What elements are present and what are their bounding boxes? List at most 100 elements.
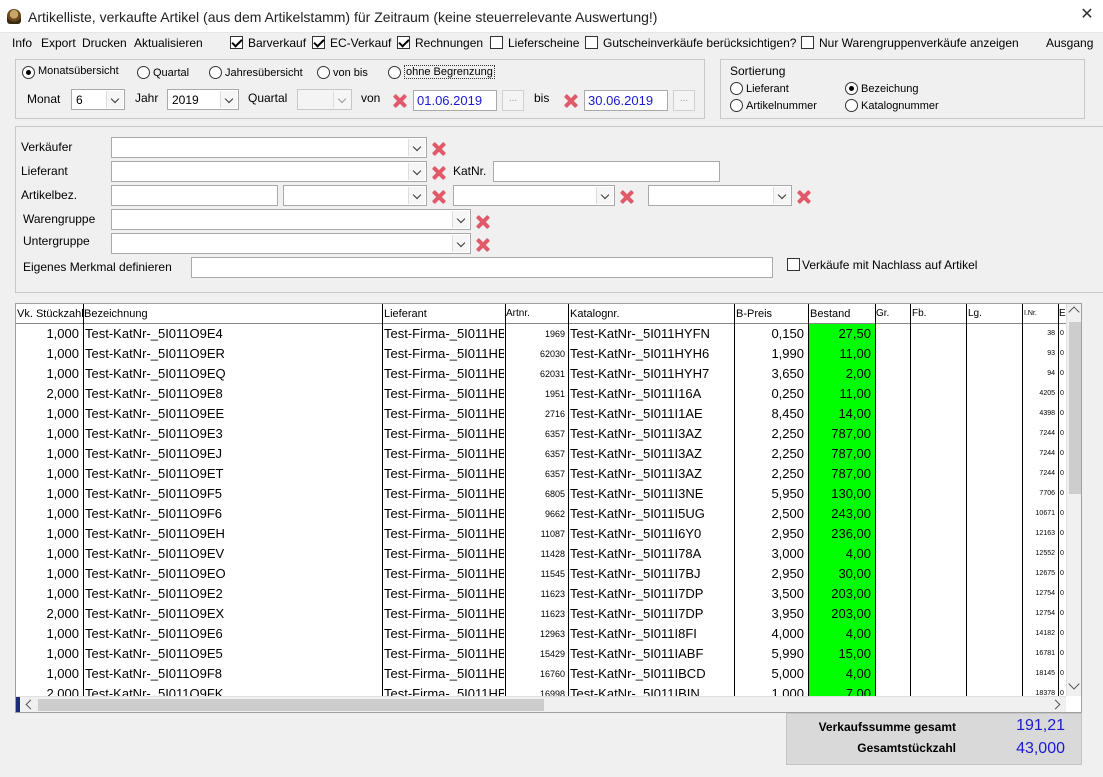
- table-row[interactable]: 1,000 Test-KatNr-_5I011O9EH Test-Firma-_5I…: [16, 524, 1066, 544]
- col-gr[interactable]: Gr.: [876, 308, 889, 319]
- warengruppen-checkbox[interactable]: [801, 36, 814, 49]
- chevron-down-icon[interactable]: [408, 139, 425, 156]
- table-row[interactable]: 1,000 Test-KatNr-_5I011O9F8 Test-Firma-_5I…: [16, 664, 1066, 684]
- table-row[interactable]: 1,000 Test-KatNr-_5I011O9E4 Test-Firma-_5I…: [16, 324, 1066, 344]
- radio-quarter[interactable]: [137, 66, 150, 79]
- untergruppe-select[interactable]: [111, 233, 471, 254]
- clear-x-icon[interactable]: [393, 94, 407, 108]
- scroll-up-icon[interactable]: [1068, 306, 1080, 318]
- table-row[interactable]: 1,000 Test-KatNr-_5I011O9E2 Test-Firma-_5I…: [16, 584, 1066, 604]
- col-katalognr[interactable]: Katalognr.: [570, 308, 620, 320]
- table-row[interactable]: 1,000 Test-KatNr-_5I011O9F6 Test-Firma-_5I…: [16, 504, 1066, 524]
- lieferant-select[interactable]: [111, 161, 427, 182]
- warengruppe-select[interactable]: [111, 209, 471, 230]
- menu-export[interactable]: Export: [41, 36, 76, 50]
- clear-x-icon[interactable]: [432, 142, 446, 156]
- ecverkauf-checkbox[interactable]: [312, 36, 325, 49]
- gutschein-label: Gutscheinverkäufe berücksichtigen?: [603, 36, 797, 50]
- sort-artikelnummer-radio[interactable]: [730, 99, 743, 112]
- menu-refresh[interactable]: Aktualisieren: [134, 36, 203, 50]
- radio-unlimited[interactable]: [388, 66, 401, 79]
- col-inr[interactable]: I.Nr.: [1024, 310, 1037, 317]
- col-fb[interactable]: Fb.: [912, 308, 926, 319]
- vertical-scrollbar[interactable]: [1066, 304, 1081, 696]
- table-row[interactable]: 1,000 Test-KatNr-_5I011O9EJ Test-Firma-_5I…: [16, 444, 1066, 464]
- verkaeufer-select[interactable]: [111, 137, 427, 158]
- table-row[interactable]: 1,000 Test-KatNr-_5I011O9ET Test-Firma-_5I…: [16, 464, 1066, 484]
- table-row[interactable]: 1,000 Test-KatNr-_5I011O9EE Test-Firma-_5I…: [16, 404, 1066, 424]
- close-icon[interactable]: ✕: [1078, 5, 1096, 25]
- table-row[interactable]: 1,000 Test-KatNr-_5I011O9E3 Test-Firma-_5I…: [16, 424, 1066, 444]
- year-select[interactable]: 2019: [167, 89, 239, 110]
- chevron-down-icon[interactable]: [333, 91, 350, 108]
- radio-year[interactable]: [209, 66, 222, 79]
- table-row[interactable]: 1,000 Test-KatNr-_5I011O9ER Test-Firma-_5I…: [16, 344, 1066, 364]
- quarter-select[interactable]: [297, 89, 352, 110]
- sort-bezeichnung-radio[interactable]: [845, 82, 858, 95]
- katnr-input[interactable]: [493, 161, 720, 182]
- chevron-down-icon[interactable]: [408, 187, 425, 204]
- col-bezeichnung[interactable]: Bezeichnung: [84, 308, 148, 320]
- artikelbez-select-3[interactable]: [648, 185, 792, 206]
- table-row[interactable]: 1,000 Test-KatNr-_5I011O9E6 Test-Firma-_5I…: [16, 624, 1066, 644]
- chevron-down-icon[interactable]: [596, 187, 613, 204]
- table-row[interactable]: 2,000 Test-KatNr-_5I011O9E8 Test-Firma-_5I…: [16, 384, 1066, 404]
- menu-exit[interactable]: Ausgang: [1046, 36, 1093, 50]
- chevron-down-icon[interactable]: [452, 211, 469, 228]
- to-date-input[interactable]: 30.06.2019: [584, 90, 668, 111]
- sales-grid[interactable]: Vk. Stückzahl Bezeichnung Lieferant Artn…: [15, 303, 1082, 713]
- merkmal-input[interactable]: [191, 257, 773, 278]
- col-lieferant[interactable]: Lieferant: [384, 308, 427, 320]
- sort-katalognummer-radio[interactable]: [845, 99, 858, 112]
- nachlass-checkbox[interactable]: [787, 258, 800, 271]
- table-cell: 203,00: [831, 586, 871, 601]
- from-date-picker-button[interactable]: ...: [502, 90, 524, 111]
- artikelbez-select-2[interactable]: [453, 185, 615, 206]
- col-lg[interactable]: Lg.: [968, 308, 982, 319]
- col-artnr[interactable]: Artnr.: [506, 308, 530, 319]
- col-bestand[interactable]: Bestand: [810, 308, 850, 320]
- chevron-down-icon[interactable]: [220, 91, 237, 108]
- horizontal-scrollbar[interactable]: [16, 696, 1066, 712]
- col-stueckzahl[interactable]: Vk. Stückzahl: [17, 308, 84, 320]
- clear-x-icon[interactable]: [620, 190, 634, 204]
- sort-lieferant-radio[interactable]: [730, 82, 743, 95]
- vertical-scroll-thumb[interactable]: [1069, 322, 1081, 494]
- table-row[interactable]: 1,000 Test-KatNr-_5I011O9EQ Test-Firma-_5I…: [16, 364, 1066, 384]
- radio-month[interactable]: [22, 66, 35, 79]
- clear-x-icon[interactable]: [432, 166, 446, 180]
- scroll-left-icon[interactable]: [25, 699, 36, 710]
- radio-range[interactable]: [317, 66, 330, 79]
- table-cell: 11,00: [839, 386, 871, 401]
- clear-x-icon[interactable]: [432, 190, 446, 204]
- gutschein-checkbox[interactable]: [585, 36, 598, 49]
- chevron-down-icon[interactable]: [452, 235, 469, 252]
- col-e[interactable]: E: [1059, 308, 1066, 319]
- clear-x-icon[interactable]: [564, 94, 578, 108]
- clear-x-icon[interactable]: [797, 190, 811, 204]
- rechnungen-checkbox[interactable]: [397, 36, 410, 49]
- menu-print[interactable]: Drucken: [82, 36, 127, 50]
- clear-x-icon[interactable]: [476, 215, 490, 229]
- chevron-down-icon[interactable]: [106, 91, 123, 108]
- table-row[interactable]: 1,000 Test-KatNr-_5I011O9F5 Test-Firma-_5I…: [16, 484, 1066, 504]
- table-row[interactable]: 1,000 Test-KatNr-_5I011O9EO Test-Firma-_5I…: [16, 564, 1066, 584]
- table-row[interactable]: 1,000 Test-KatNr-_5I011O9EV Test-Firma-_5I…: [16, 544, 1066, 564]
- barverkauf-checkbox[interactable]: [230, 36, 243, 49]
- month-select[interactable]: 6: [71, 89, 125, 110]
- chevron-down-icon[interactable]: [408, 163, 425, 180]
- lieferscheine-checkbox[interactable]: [490, 36, 503, 49]
- chevron-down-icon[interactable]: [773, 187, 790, 204]
- clear-x-icon[interactable]: [476, 238, 490, 252]
- from-date-input[interactable]: 01.06.2019: [413, 90, 497, 111]
- scroll-down-icon[interactable]: [1068, 678, 1080, 690]
- table-row[interactable]: 1,000 Test-KatNr-_5I011O9E5 Test-Firma-_5I…: [16, 644, 1066, 664]
- artikelbez-select-1[interactable]: [283, 185, 427, 206]
- col-bpreis[interactable]: B-Preis: [736, 308, 772, 320]
- scroll-right-icon[interactable]: [1050, 699, 1061, 710]
- table-row[interactable]: 2,000 Test-KatNr-_5I011O9EX Test-Firma-_5I…: [16, 604, 1066, 624]
- horizontal-scroll-thumb[interactable]: [38, 699, 544, 711]
- to-date-picker-button[interactable]: ...: [673, 90, 695, 111]
- menu-info[interactable]: Info: [12, 36, 32, 50]
- artikelbez-input[interactable]: [111, 185, 278, 206]
